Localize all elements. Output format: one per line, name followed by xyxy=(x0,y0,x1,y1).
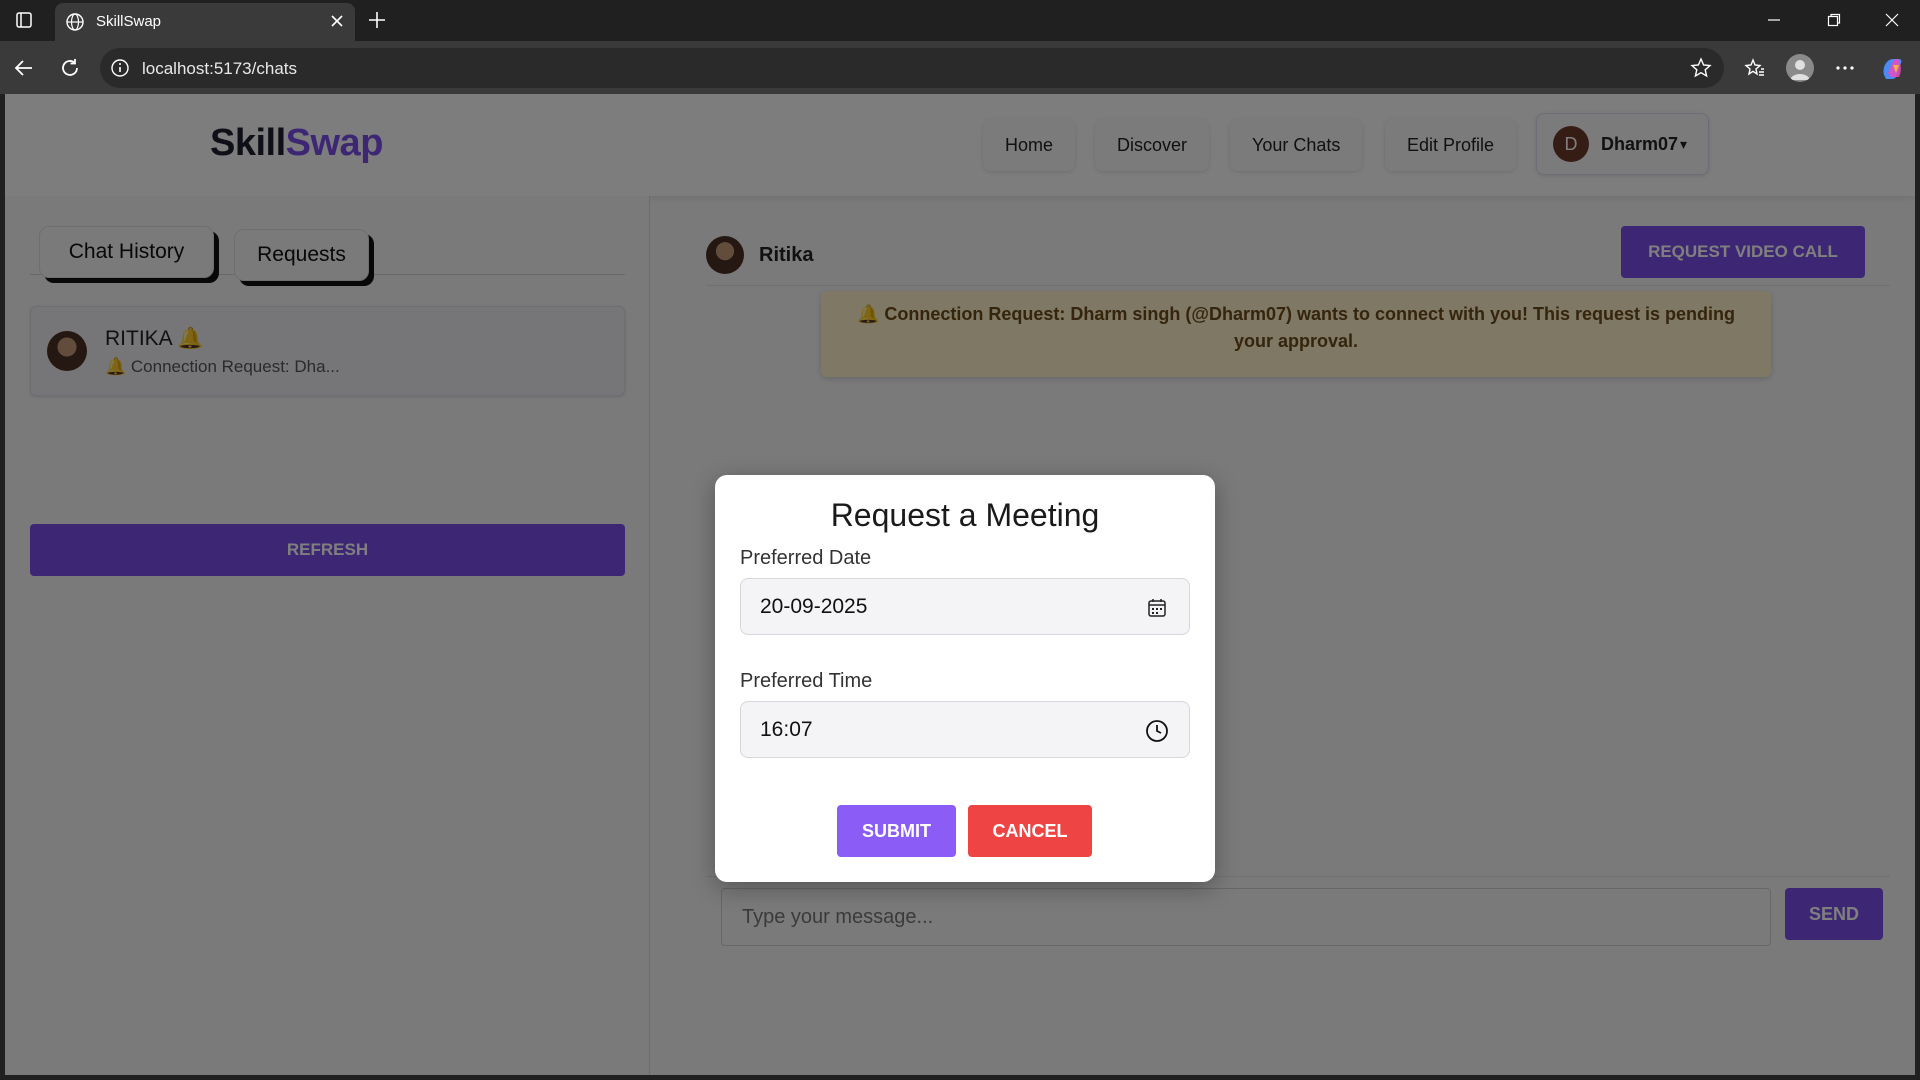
more-options-icon[interactable] xyxy=(1830,53,1860,83)
profile-avatar-icon[interactable] xyxy=(1786,54,1814,82)
date-label: Preferred Date xyxy=(740,547,872,569)
favorite-star-icon[interactable] xyxy=(1690,57,1712,79)
minimize-icon[interactable] xyxy=(1762,8,1786,32)
browser-tabstrip: SkillSwap xyxy=(0,0,1920,41)
time-value: 16:07 xyxy=(760,718,813,741)
favorites-icon[interactable] xyxy=(1740,53,1770,83)
page-content: SkillSwap Home Discover Your Chats Edit … xyxy=(5,94,1915,1075)
date-field[interactable]: 20-09-2025 xyxy=(740,578,1190,635)
globe-icon xyxy=(65,12,85,32)
back-icon[interactable] xyxy=(9,53,39,83)
cancel-button[interactable]: CANCEL xyxy=(968,805,1092,857)
restore-icon[interactable] xyxy=(1822,8,1846,32)
submit-button[interactable]: SUBMIT xyxy=(837,805,956,857)
browser-tab[interactable]: SkillSwap xyxy=(55,3,355,41)
new-tab-icon[interactable] xyxy=(364,7,390,33)
time-label: Preferred Time xyxy=(740,670,873,692)
url-text: localhost:5173/chats xyxy=(142,59,297,78)
tab-title: SkillSwap xyxy=(96,13,162,30)
calendar-icon[interactable] xyxy=(1145,596,1169,620)
close-window-icon[interactable] xyxy=(1880,8,1904,32)
copilot-icon[interactable] xyxy=(1877,53,1907,83)
close-tab-icon[interactable] xyxy=(325,9,349,33)
time-field[interactable]: 16:07 xyxy=(740,701,1190,758)
tab-actions-icon[interactable] xyxy=(14,10,34,30)
reload-icon[interactable] xyxy=(55,53,85,83)
clock-icon[interactable] xyxy=(1145,719,1169,743)
browser-toolbar: localhost:5173/chats xyxy=(0,41,1920,94)
address-bar[interactable]: localhost:5173/chats xyxy=(100,48,1724,88)
modal-title: Request a Meeting xyxy=(830,497,1100,533)
date-value: 20-09-2025 xyxy=(760,595,868,618)
meeting-request-modal: Request a Meeting Preferred Date 20-09-2… xyxy=(715,475,1215,882)
site-info-icon[interactable] xyxy=(110,58,130,78)
